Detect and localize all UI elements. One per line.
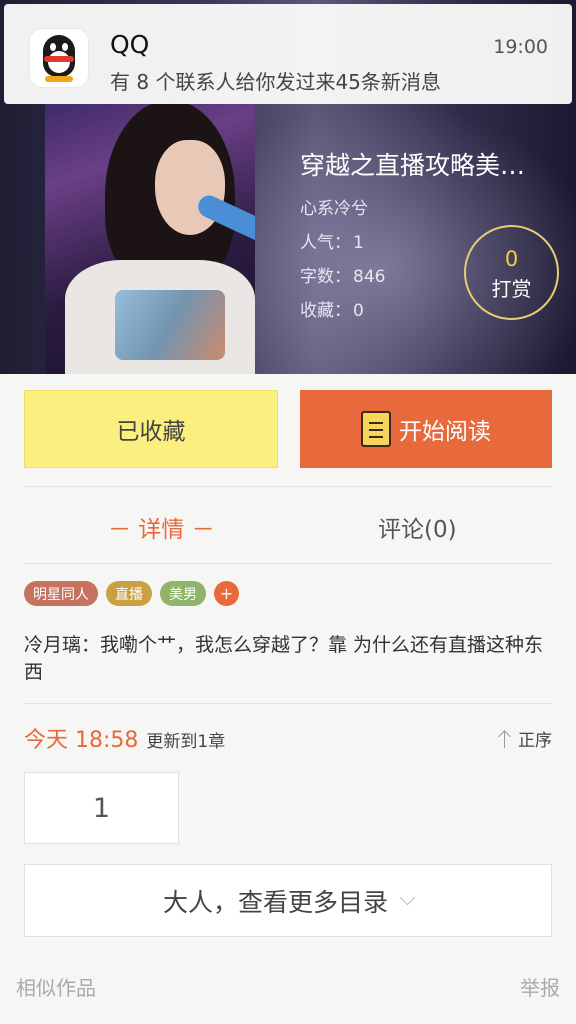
stat-popularity: 人气： 1 <box>300 228 364 253</box>
sort-order-label: 正序 <box>518 731 552 751</box>
tag-livestream[interactable]: 直播 <box>106 581 152 606</box>
book-title: 穿越之直播攻略美… <box>300 151 526 180</box>
reward-count: 0 <box>504 247 519 271</box>
start-reading-button[interactable]: 开始阅读 <box>300 390 552 468</box>
notification-time: 19:00 <box>493 36 548 58</box>
report-link[interactable]: 举报 <box>520 972 560 1001</box>
tag-list: 明星同人 直播 美男 + <box>24 581 239 606</box>
favorited-button[interactable]: 已收藏 <box>24 390 278 468</box>
start-reading-label: 开始阅读 <box>399 419 491 445</box>
book-description: 冷月璃：我嘞个艹，我怎么穿越了？靠 为什么还有直播这种东西 <box>24 634 544 683</box>
chapter-item[interactable]: 1 <box>24 772 179 844</box>
stat-word-count: 字数： 846 <box>300 262 385 287</box>
arrow-up-icon <box>498 729 512 749</box>
stat-value: 846 <box>353 267 386 287</box>
add-tag-button[interactable]: + <box>214 581 239 606</box>
tab-details[interactable]: － 详情 － <box>108 510 215 544</box>
update-time: 今天 18:58 <box>24 728 139 753</box>
stat-value: 1 <box>353 233 364 253</box>
chevron-down-icon <box>399 889 416 906</box>
tag-handsome-men[interactable]: 美男 <box>160 581 206 606</box>
sort-order-button[interactable]: 正序 <box>498 726 552 751</box>
stat-favorites: 收藏： 0 <box>300 296 364 321</box>
more-catalog-label: 大人，查看更多目录 <box>162 887 388 917</box>
divider <box>24 703 552 704</box>
reward-button[interactable]: 0 打赏 <box>464 225 559 320</box>
tab-comments[interactable]: 评论(0) <box>378 510 457 544</box>
notification-app-name: QQ <box>110 30 150 59</box>
book-icon <box>361 411 391 447</box>
notification-message: 有 8 个联系人给你发过来45条新消息 <box>110 70 441 94</box>
similar-works-link[interactable]: 相似作品 <box>16 972 96 1001</box>
book-cover[interactable] <box>45 100 255 374</box>
stat-value: 0 <box>353 301 364 321</box>
update-info: 今天 18:58 更新到1章 <box>24 722 225 754</box>
qq-penguin-icon <box>30 29 88 87</box>
more-catalog-button[interactable]: 大人，查看更多目录 <box>24 864 552 937</box>
divider <box>24 486 552 487</box>
favorited-label: 已收藏 <box>116 419 186 445</box>
stat-label: 字数： <box>300 267 351 287</box>
divider <box>24 563 552 564</box>
update-text: 更新到1章 <box>146 732 226 752</box>
book-author[interactable]: 心系冷兮 <box>300 194 368 219</box>
stat-label: 人气： <box>300 233 351 253</box>
tag-celebrity-fanfic[interactable]: 明星同人 <box>24 581 98 606</box>
reward-label: 打赏 <box>491 277 532 301</box>
stat-label: 收藏： <box>300 301 351 321</box>
qq-notification[interactable]: QQ 19:00 有 8 个联系人给你发过来45条新消息 <box>4 4 572 104</box>
